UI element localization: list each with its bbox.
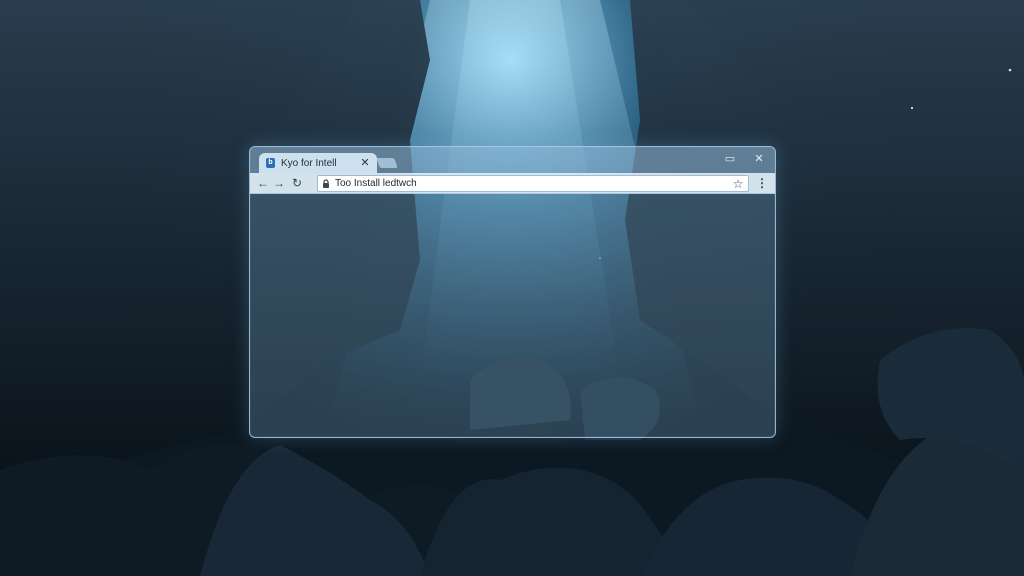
address-bar[interactable]: Too Install ledtwch ☆ (317, 175, 749, 192)
title-bar: b Kyo for Intell ✕ ▭ ✕ (250, 147, 775, 173)
back-button[interactable]: ← (255, 175, 271, 191)
forward-button[interactable]: → (271, 175, 287, 191)
url-text[interactable]: Too Install ledtwch (335, 178, 731, 189)
favicon-icon: b (266, 158, 275, 168)
page-content (250, 194, 775, 437)
close-icon[interactable]: ✕ (358, 156, 372, 170)
toolbar: ← → ↻ Too Install ledtwch ☆ ⋮ (250, 173, 775, 194)
new-tab-button[interactable] (376, 158, 398, 168)
window-close-button[interactable]: ✕ (751, 151, 767, 167)
minimize-button[interactable]: ▭ (722, 151, 738, 167)
reload-button[interactable]: ↻ (289, 175, 305, 191)
bookmark-star-icon[interactable]: ☆ (731, 177, 745, 191)
lock-icon (321, 178, 331, 190)
tab-title: Kyo for Intell (281, 157, 337, 169)
tab-active[interactable]: b Kyo for Intell ✕ (259, 153, 377, 173)
menu-icon[interactable]: ⋮ (755, 175, 769, 191)
browser-window: b Kyo for Intell ✕ ▭ ✕ ← → ↻ Too Install… (249, 146, 776, 438)
